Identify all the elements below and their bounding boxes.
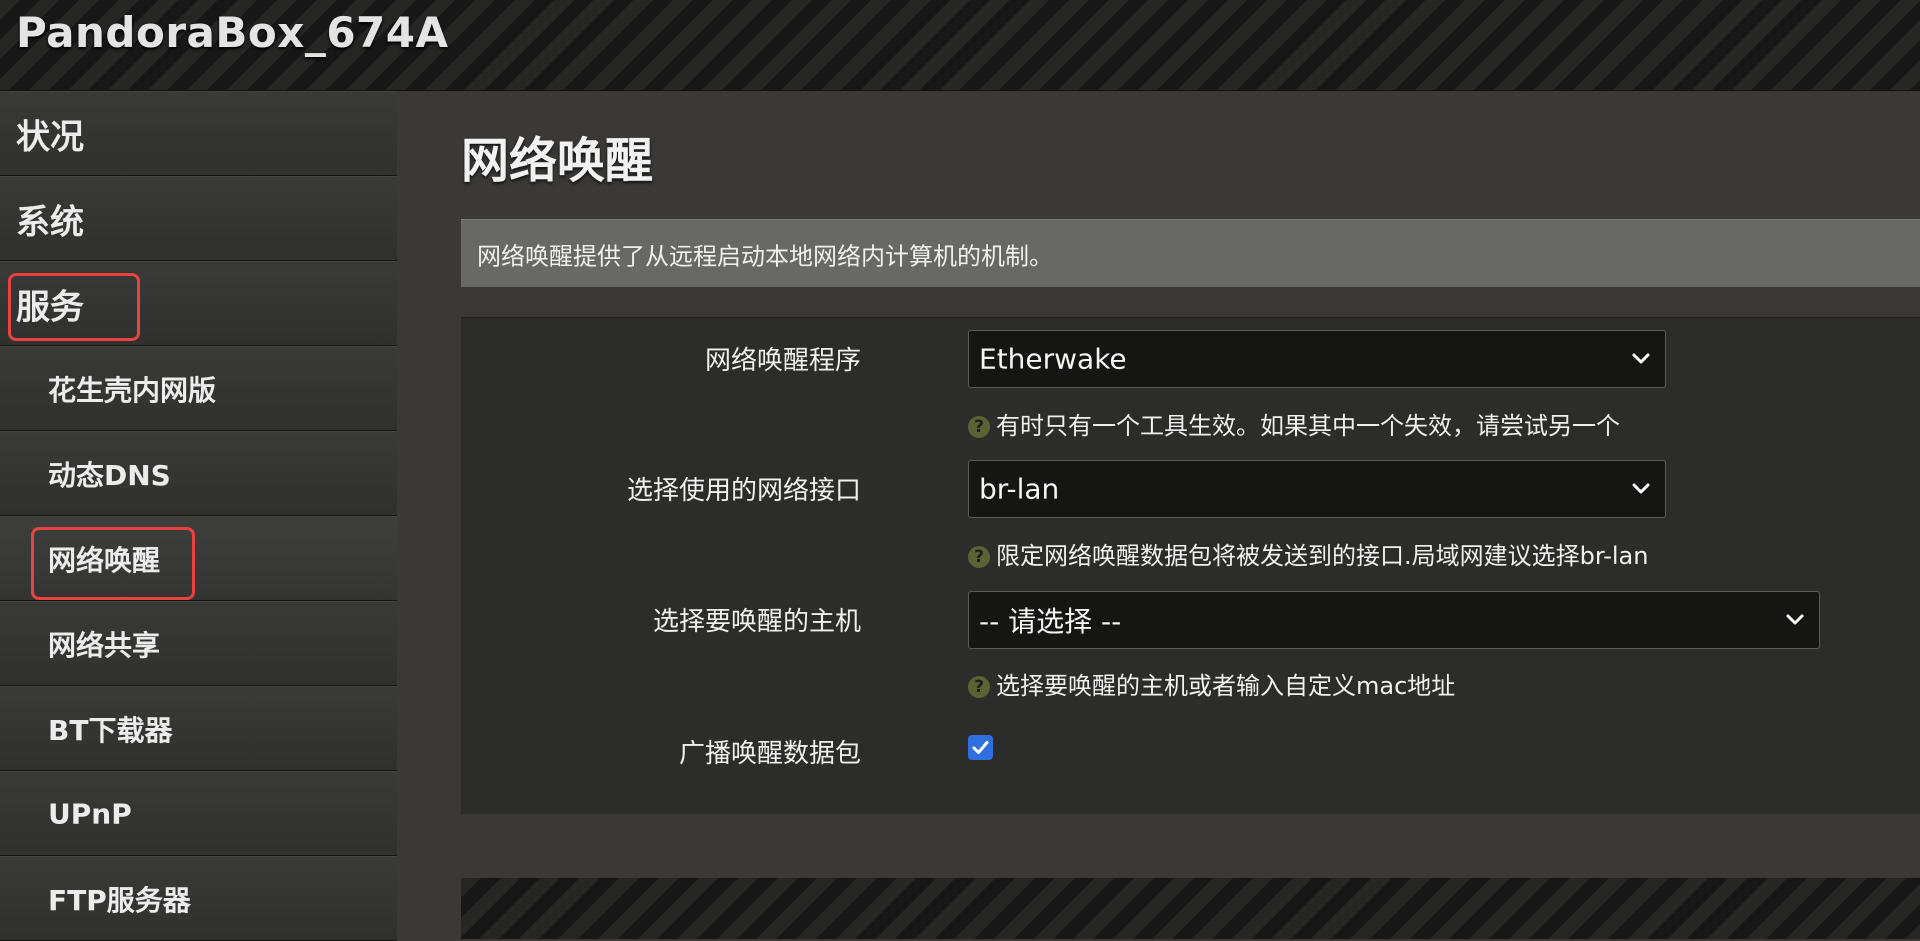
- sidebar-item-label: 服务: [16, 287, 84, 327]
- sidebar-item-bt-downloader[interactable]: BT下载器: [0, 686, 397, 771]
- footer-band: [461, 878, 1920, 939]
- brand-title[interactable]: PandoraBox_674A: [16, 8, 449, 57]
- sidebar-item-label: BT下载器: [48, 713, 173, 747]
- chevron-down-icon: [1632, 483, 1650, 494]
- sidebar-item-label: UPnP: [48, 797, 132, 830]
- app-header: PandoraBox_674A: [0, 0, 1920, 91]
- interface-select[interactable]: br-lan: [968, 460, 1666, 518]
- host-hint-text: 选择要唤醒的主机或者输入自定义mac地址: [996, 672, 1456, 700]
- sidebar-item-label: 动态DNS: [48, 458, 171, 492]
- chevron-down-icon: [1632, 353, 1650, 364]
- host-select[interactable]: -- 请选择 --: [968, 591, 1820, 649]
- sidebar-item-system[interactable]: 系统: [0, 176, 397, 261]
- program-hint: ? 有时只有一个工具生效。如果其中一个失效，请尝试另一个: [968, 406, 1620, 441]
- sidebar-item-wol[interactable]: 网络唤醒: [0, 516, 397, 601]
- broadcast-checkbox[interactable]: [968, 735, 993, 760]
- sidebar-item-label: FTP服务器: [48, 883, 191, 917]
- page-title: 网络唤醒: [461, 133, 654, 189]
- main-content: 网络唤醒 网络唤醒提供了从远程启动本地网络内计算机的机制。 网络唤醒程序 Eth…: [397, 91, 1920, 939]
- sidebar-item-label: 网络唤醒: [48, 543, 161, 577]
- sidebar-item-status[interactable]: 状况: [0, 91, 397, 176]
- description-text: 网络唤醒提供了从远程启动本地网络内计算机的机制。: [477, 242, 1053, 270]
- chevron-down-icon: [1786, 614, 1804, 625]
- interface-hint-text: 限定网络唤醒数据包将被发送到的接口.局域网建议选择br-lan: [996, 542, 1649, 570]
- checkmark-icon: [972, 741, 989, 754]
- help-icon: ?: [968, 676, 990, 698]
- program-select-value: Etherwake: [979, 342, 1127, 376]
- description-box: 网络唤醒提供了从远程启动本地网络内计算机的机制。: [461, 219, 1920, 287]
- sidebar-item-ddns[interactable]: 动态DNS: [0, 431, 397, 516]
- broadcast-label: 广播唤醒数据包: [678, 739, 861, 769]
- interface-hint: ? 限定网络唤醒数据包将被发送到的接口.局域网建议选择br-lan: [968, 536, 1648, 571]
- sidebar-nav: 状况 系统 服务 花生壳内网版 动态DNS 网络唤醒 网络共享 BT下载器 UP…: [0, 91, 397, 941]
- interface-select-value: br-lan: [979, 472, 1060, 506]
- host-label: 选择要唤醒的主机: [652, 607, 861, 637]
- interface-label: 选择使用的网络接口: [626, 476, 861, 506]
- program-label: 网络唤醒程序: [704, 346, 861, 376]
- program-select[interactable]: Etherwake: [968, 330, 1666, 388]
- sidebar-item-ftp-server[interactable]: FTP服务器: [0, 856, 397, 941]
- help-icon: ?: [968, 546, 990, 568]
- host-select-value: -- 请选择 --: [979, 605, 1122, 638]
- sidebar-item-label: 花生壳内网版: [48, 373, 217, 407]
- sidebar-item-services[interactable]: 服务: [0, 261, 397, 346]
- host-hint: ? 选择要唤醒的主机或者输入自定义mac地址: [968, 666, 1455, 701]
- program-hint-text: 有时只有一个工具生效。如果其中一个失效，请尝试另一个: [996, 412, 1620, 440]
- sidebar-item-upnp[interactable]: UPnP: [0, 771, 397, 856]
- sidebar-item-label: 状况: [16, 117, 84, 157]
- help-icon: ?: [968, 416, 990, 438]
- sidebar-item-label: 系统: [16, 202, 84, 242]
- sidebar-item-network-share[interactable]: 网络共享: [0, 601, 397, 686]
- sidebar-item-oray[interactable]: 花生壳内网版: [0, 346, 397, 431]
- wol-settings-panel: 网络唤醒程序 Etherwake ? 有时只有一个工具生效。如果其中一个失效，请尝…: [461, 317, 1920, 814]
- sidebar-item-label: 网络共享: [48, 628, 161, 662]
